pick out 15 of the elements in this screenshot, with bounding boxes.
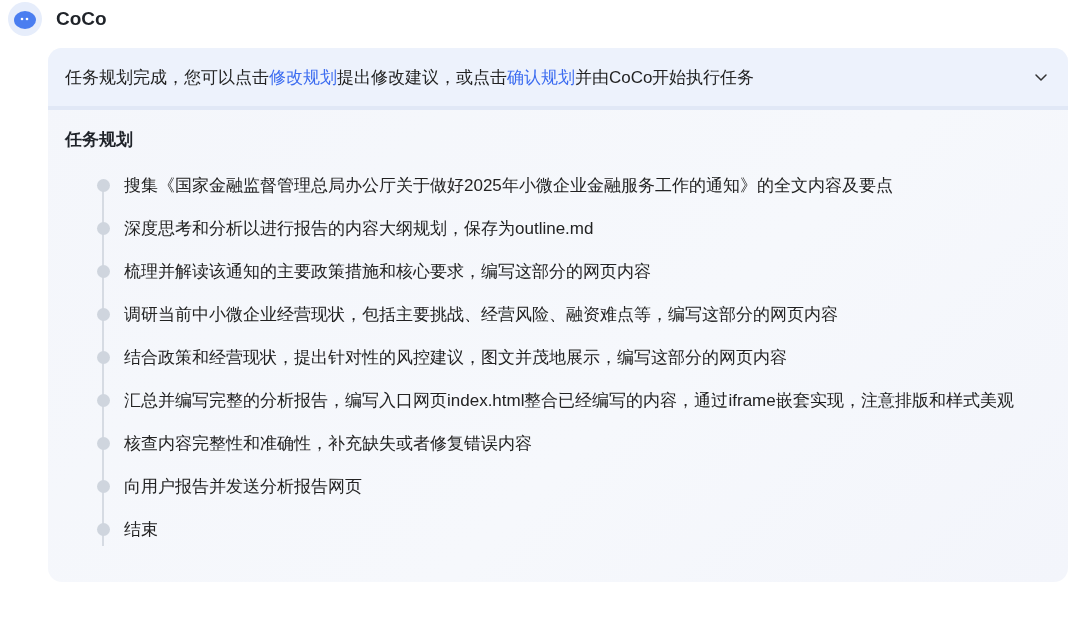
step-text: 搜集《国家金融监督管理总局办公厅关于做好2025年小微企业金融服务工作的通知》的全文内容及要点 <box>124 175 893 197</box>
plan-link[interactable]: 确认规划 <box>507 67 575 87</box>
avatar-icon <box>8 2 42 36</box>
step-text: 向用户报告并发送分析报告网页 <box>124 476 362 498</box>
plan-title: 任务规划 <box>65 129 134 151</box>
step-text: 结束 <box>124 519 158 541</box>
step-text: 核查内容完整性和准确性，补充缺失或者修复错误内容 <box>124 433 532 455</box>
plan-link[interactable]: 修改规划 <box>269 67 337 87</box>
step-text: 结合政策和经营现状，提出针对性的风控建议，图文并茂地展示，编写这部分的网页内容 <box>124 347 787 369</box>
assistant-name: CoCo <box>56 8 107 30</box>
step-text: 梳理并解读该通知的主要政策措施和核心要求，编写这部分的网页内容 <box>124 261 651 283</box>
step-text: 调研当前中小微企业经营现状，包括主要挑战、经营风险、融资难点等，编写这部分的网页内容 <box>124 304 838 326</box>
step-text: 汇总并编写完整的分析报告，编写入口网页index.html整合已经编写的内容，通过iframe嵌套实现，注意排版和样式美观 <box>124 390 1014 412</box>
plan-message: 任务规划完成，您可以点击修改规划提出修改建议，或点击确认规划并由CoCo开始执行任务 <box>65 66 755 89</box>
step-text: 深度思考和分析以进行报告的内容大纲规划，保存为outline.md <box>124 218 594 240</box>
